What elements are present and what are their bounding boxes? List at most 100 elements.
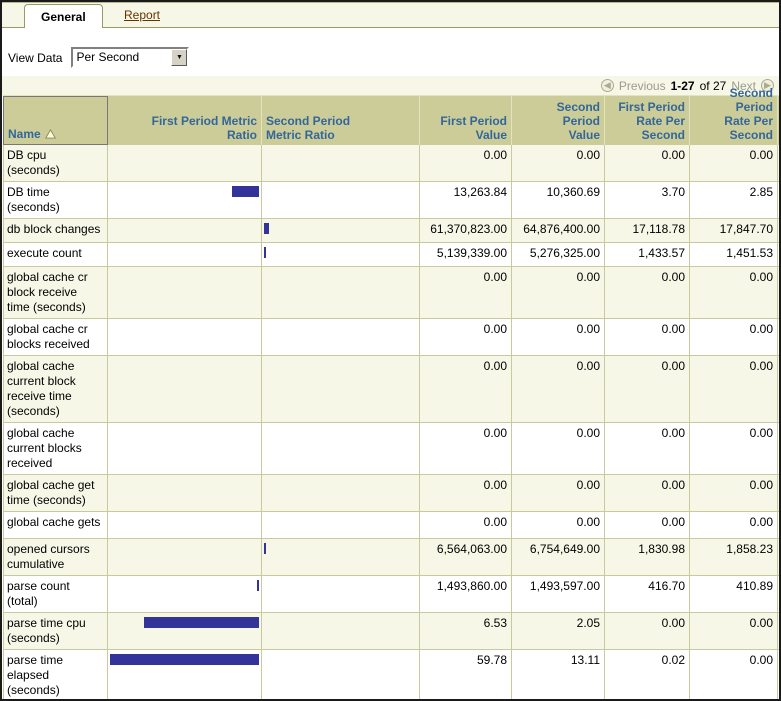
window: General Report View Data Per Second ▼ ◀ …: [0, 0, 781, 701]
name-cell: execute count: [3, 243, 108, 266]
name-cell: DB time (seconds): [3, 182, 108, 218]
first-period-value-cell: 0.00: [420, 512, 512, 538]
first-period-ratio-cell: [108, 145, 262, 181]
second-period-rate-cell: 0.00: [690, 650, 778, 701]
sort-ascending-icon: [45, 129, 56, 139]
second-period-value-cell: 0.00: [512, 267, 605, 318]
ratio-bar: [110, 654, 259, 665]
name-cell: DB cpu (seconds): [3, 145, 108, 181]
second-period-rate-cell: 0.00: [690, 475, 778, 511]
second-period-value-cell: 13.11: [512, 650, 605, 701]
first-period-value-cell: 0.00: [420, 319, 512, 355]
table-row: parse time elapsed (seconds)59.7813.110.…: [3, 650, 779, 701]
column-header-name-label: Name: [8, 127, 41, 141]
first-period-rate-cell: 0.00: [605, 423, 690, 474]
second-period-value-cell: 0.00: [512, 512, 605, 538]
first-period-rate-cell: 0.02: [605, 650, 690, 701]
first-period-ratio-cell: [108, 319, 262, 355]
chevron-down-icon[interactable]: ▼: [171, 49, 187, 66]
tab-report[interactable]: Report: [124, 3, 160, 27]
metrics-table: Name First Period Metric Ratio Second Pe…: [3, 95, 779, 701]
first-period-ratio-cell: [108, 650, 262, 701]
table-row: parse time cpu (seconds)6.532.050.000.00: [3, 613, 779, 650]
second-period-ratio-cell: [262, 243, 420, 266]
view-data-select[interactable]: Per Second ▼: [71, 47, 189, 68]
second-period-rate-cell: 1,451.53: [690, 243, 778, 266]
name-cell: global cache cr blocks received: [3, 319, 108, 355]
tab-general-label: General: [41, 10, 86, 24]
first-period-ratio-cell: [108, 576, 262, 612]
ratio-bar: [264, 247, 266, 258]
table-row: global cache cr blocks received0.000.000…: [3, 319, 779, 356]
second-period-ratio-cell: [262, 356, 420, 422]
column-header-second-period-metric-ratio[interactable]: Second Period Metric Ratio: [262, 96, 420, 145]
tab-general[interactable]: General: [24, 4, 103, 28]
second-period-rate-cell: 17,847.70: [690, 219, 778, 242]
first-period-rate-cell: 0.00: [605, 145, 690, 181]
table-row: global cache get time (seconds)0.000.000…: [3, 475, 779, 512]
first-period-rate-cell: 0.00: [605, 512, 690, 538]
second-period-ratio-cell: [262, 145, 420, 181]
column-header-first-period-value[interactable]: First Period Value: [420, 96, 512, 145]
name-cell: global cache current blocks received: [3, 423, 108, 474]
previous-label[interactable]: Previous: [619, 79, 666, 93]
first-period-ratio-cell: [108, 243, 262, 266]
name-cell: parse time elapsed (seconds): [3, 650, 108, 701]
first-period-rate-cell: 0.00: [605, 267, 690, 318]
first-period-ratio-cell: [108, 475, 262, 511]
second-period-ratio-cell: [262, 475, 420, 511]
table-row: db block changes61,370,823.0064,876,400.…: [3, 219, 779, 243]
second-period-value-cell: 0.00: [512, 319, 605, 355]
column-header-first-period-rate[interactable]: First Period Rate Per Second: [605, 96, 690, 145]
column-header-label: Second Period Rate Per Second: [707, 86, 773, 142]
first-period-rate-cell: 0.00: [605, 613, 690, 649]
first-period-value-cell: 5,139,339.00: [420, 243, 512, 266]
second-period-rate-cell: 0.00: [690, 145, 778, 181]
second-period-rate-cell: 0.00: [690, 267, 778, 318]
column-header-label: First Period Rate Per Second: [609, 100, 685, 142]
first-period-value-cell: 0.00: [420, 267, 512, 318]
first-period-rate-cell: 17,118.78: [605, 219, 690, 242]
name-cell: global cache cr block receive time (seco…: [3, 267, 108, 318]
second-period-ratio-cell: [262, 576, 420, 612]
first-period-ratio-cell: [108, 182, 262, 218]
column-header-second-period-value[interactable]: Second Period Value: [512, 96, 605, 145]
first-period-value-cell: 13,263.84: [420, 182, 512, 218]
first-period-value-cell: 6.53: [420, 613, 512, 649]
first-period-value-cell: 0.00: [420, 475, 512, 511]
table-row: DB cpu (seconds)0.000.000.000.00: [3, 145, 779, 182]
second-period-value-cell: 0.00: [512, 423, 605, 474]
name-cell: global cache current block receive time …: [3, 356, 108, 422]
view-data-row: View Data Per Second ▼: [8, 47, 779, 68]
second-period-value-cell: 5,276,325.00: [512, 243, 605, 266]
second-period-ratio-cell: [262, 423, 420, 474]
second-period-ratio-cell: [262, 319, 420, 355]
name-cell: db block changes: [3, 219, 108, 242]
column-header-name[interactable]: Name: [3, 96, 108, 145]
table-row: global cache gets0.000.000.000.00: [3, 512, 779, 539]
second-period-ratio-cell: [262, 182, 420, 218]
table-row: opened cursors cumulative6,564,063.006,7…: [3, 539, 779, 576]
second-period-value-cell: 10,360.69: [512, 182, 605, 218]
first-period-rate-cell: 3.70: [605, 182, 690, 218]
table-body: DB cpu (seconds)0.000.000.000.00DB time …: [3, 145, 779, 701]
name-cell: global cache get time (seconds): [3, 475, 108, 511]
previous-page-icon[interactable]: ◀: [601, 79, 614, 92]
first-period-value-cell: 61,370,823.00: [420, 219, 512, 242]
first-period-rate-cell: 0.00: [605, 475, 690, 511]
column-header-first-period-metric-ratio[interactable]: First Period Metric Ratio: [108, 96, 262, 145]
first-period-rate-cell: 0.00: [605, 356, 690, 422]
column-header-second-period-rate[interactable]: Second Period Rate Per Second: [690, 96, 778, 145]
second-period-value-cell: 0.00: [512, 356, 605, 422]
view-data-label: View Data: [8, 51, 62, 65]
second-period-rate-cell: 0.00: [690, 613, 778, 649]
pagination: ◀ Previous 1-27 of 27 Next ▶: [2, 76, 779, 95]
ratio-bar: [257, 580, 259, 591]
second-period-ratio-cell: [262, 613, 420, 649]
first-period-rate-cell: 1,433.57: [605, 243, 690, 266]
first-period-value-cell: 59.78: [420, 650, 512, 701]
first-period-rate-cell: 1,830.98: [605, 539, 690, 575]
first-period-ratio-cell: [108, 512, 262, 538]
first-period-ratio-cell: [108, 267, 262, 318]
second-period-rate-cell: 410.89: [690, 576, 778, 612]
